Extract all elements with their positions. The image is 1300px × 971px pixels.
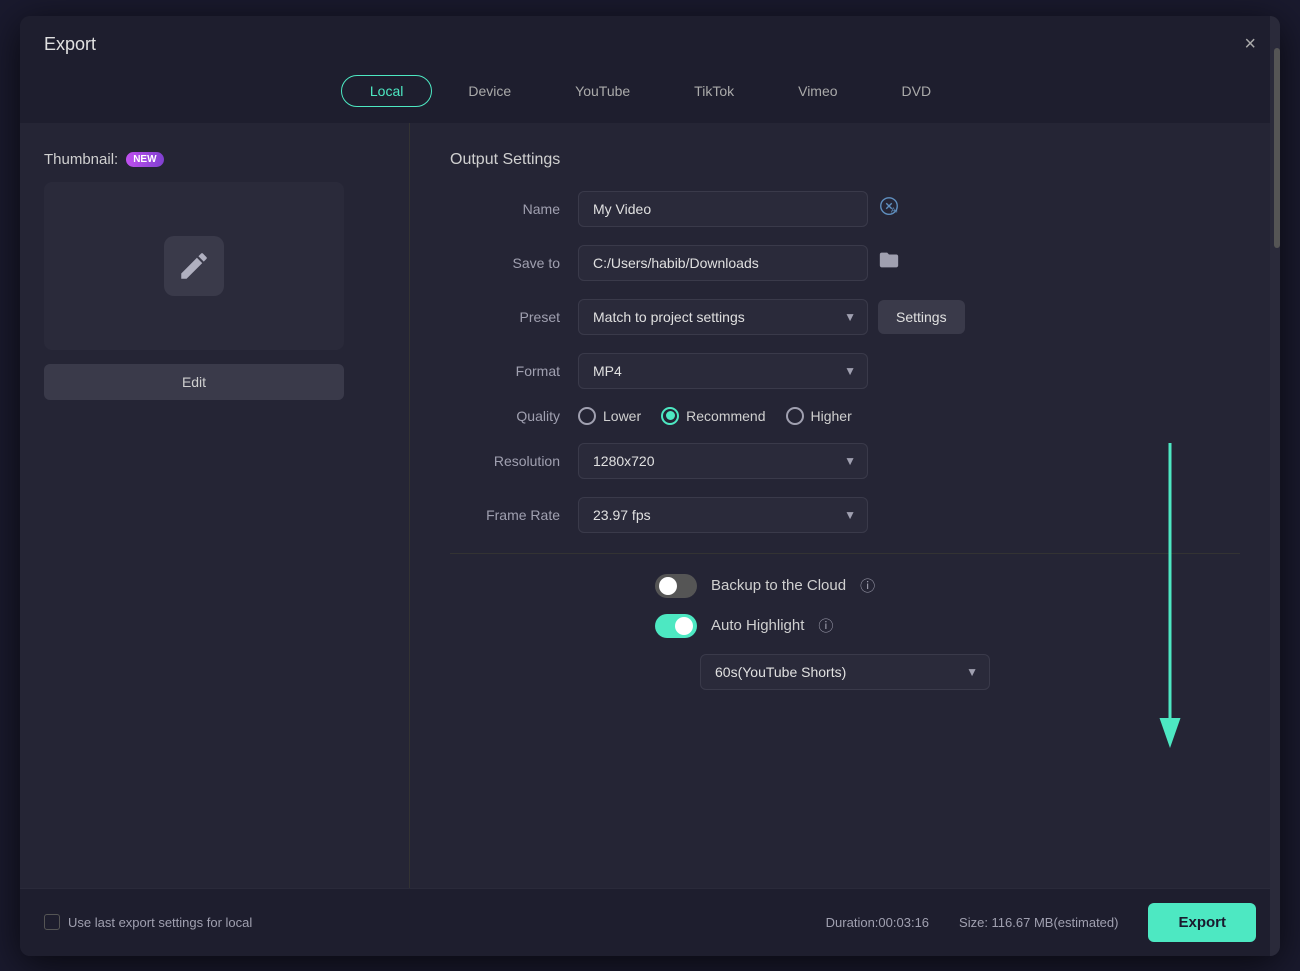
content-area: Thumbnail: NEW Edit Output Settings Name — [20, 123, 1280, 888]
resolution-row: Resolution 1280x720 ▼ — [450, 443, 1240, 479]
thumbnail-preview — [44, 182, 344, 350]
frame-rate-select-wrapper: 23.97 fps ▼ — [578, 497, 868, 533]
quality-lower-label: Lower — [603, 408, 641, 424]
name-input[interactable] — [578, 191, 868, 227]
frame-rate-select[interactable]: 23.97 fps — [578, 497, 868, 533]
close-button[interactable]: × — [1244, 34, 1256, 54]
export-button[interactable]: Export — [1148, 903, 1256, 942]
settings-button[interactable]: Settings — [878, 300, 965, 334]
resolution-select-wrapper: 1280x720 ▼ — [578, 443, 868, 479]
backup-toggle-wrap: Backup to the Cloud ⓘ — [655, 574, 1035, 598]
auto-highlight-toggle-row: Auto Highlight ⓘ — [450, 614, 1240, 638]
ai-icon[interactable]: AI — [878, 195, 900, 222]
bottom-info: Duration:00:03:16 Size: 116.67 MB(estima… — [826, 903, 1256, 942]
quality-recommend-dot — [666, 411, 675, 420]
tab-local[interactable]: Local — [341, 75, 432, 107]
backup-toggle-row: Backup to the Cloud ⓘ — [450, 574, 1240, 598]
backup-toggle-knob — [659, 577, 677, 595]
tab-vimeo[interactable]: Vimeo — [770, 75, 865, 107]
auto-highlight-toggle-wrap: Auto Highlight ⓘ — [655, 614, 1035, 638]
highlight-select-wrapper: 60s(YouTube Shorts) ▼ — [700, 654, 990, 690]
checkbox-wrap: Use last export settings for local — [44, 914, 252, 930]
name-row: Name AI — [450, 191, 1240, 227]
tab-dvd[interactable]: DVD — [874, 75, 960, 107]
tab-device[interactable]: Device — [440, 75, 539, 107]
edit-button[interactable]: Edit — [44, 364, 344, 400]
size-label: Size: 116.67 MB(estimated) — [959, 915, 1118, 930]
save-to-label: Save to — [450, 255, 560, 271]
frame-rate-label: Frame Rate — [450, 507, 560, 523]
name-label: Name — [450, 201, 560, 217]
scrollbar-thumb — [1274, 123, 1280, 248]
quality-row: Quality Lower Recommend Higher — [450, 407, 1240, 425]
quality-lower[interactable]: Lower — [578, 407, 641, 425]
auto-highlight-help-icon[interactable]: ⓘ — [818, 615, 833, 636]
auto-highlight-toggle-knob — [675, 617, 693, 635]
dialog-title: Export — [44, 34, 96, 55]
quality-higher-label: Higher — [811, 408, 852, 424]
scrollbar-track[interactable] — [1270, 123, 1280, 888]
quality-higher-radio[interactable] — [786, 407, 804, 425]
arrow-annotation — [1110, 443, 1230, 763]
left-panel: Thumbnail: NEW Edit — [20, 123, 410, 888]
thumbnail-label: Thumbnail: NEW — [44, 151, 164, 168]
quality-higher[interactable]: Higher — [786, 407, 852, 425]
auto-highlight-label: Auto Highlight — [711, 617, 804, 634]
tab-tiktok[interactable]: TikTok — [666, 75, 762, 107]
backup-label: Backup to the Cloud — [711, 577, 846, 594]
divider — [450, 553, 1240, 554]
preset-label: Preset — [450, 309, 560, 325]
thumbnail-icon — [164, 236, 224, 296]
tabs-bar: Local Device YouTube TikTok Vimeo DVD — [20, 67, 1280, 123]
last-export-checkbox[interactable] — [44, 914, 60, 930]
section-title: Output Settings — [450, 151, 1240, 169]
right-panel: Output Settings Name AI Save to — [410, 123, 1280, 888]
format-select-wrapper: MP4 ▼ — [578, 353, 868, 389]
format-row: Format MP4 ▼ — [450, 353, 1240, 389]
svg-text:AI: AI — [891, 205, 898, 214]
tab-youtube[interactable]: YouTube — [547, 75, 658, 107]
quality-lower-radio[interactable] — [578, 407, 596, 425]
save-to-input[interactable] — [578, 245, 868, 281]
quality-recommend-radio[interactable] — [661, 407, 679, 425]
checkbox-label: Use last export settings for local — [68, 915, 252, 930]
resolution-label: Resolution — [450, 453, 560, 469]
folder-icon[interactable] — [878, 249, 900, 276]
preset-row: Preset Match to project settings ▼ Setti… — [450, 299, 1240, 335]
quality-label: Quality — [450, 408, 560, 424]
bottom-bar: Use last export settings for local Durat… — [20, 888, 1280, 956]
quality-options: Lower Recommend Higher — [578, 407, 852, 425]
format-select[interactable]: MP4 — [578, 353, 868, 389]
quality-recommend-label: Recommend — [686, 408, 765, 424]
duration-label: Duration:00:03:16 — [826, 915, 929, 930]
frame-rate-row: Frame Rate 23.97 fps ▼ — [450, 497, 1240, 533]
edit-icon — [177, 249, 211, 283]
highlight-dropdown-row: 60s(YouTube Shorts) ▼ — [450, 654, 1240, 690]
save-to-row: Save to — [450, 245, 1240, 281]
title-bar: Export × — [20, 16, 1280, 67]
new-badge: NEW — [126, 152, 163, 167]
preset-select-wrapper: Match to project settings ▼ — [578, 299, 868, 335]
backup-toggle[interactable] — [655, 574, 697, 598]
format-label: Format — [450, 363, 560, 379]
highlight-select[interactable]: 60s(YouTube Shorts) — [700, 654, 990, 690]
auto-highlight-toggle[interactable] — [655, 614, 697, 638]
resolution-select[interactable]: 1280x720 — [578, 443, 868, 479]
quality-recommend[interactable]: Recommend — [661, 407, 765, 425]
backup-help-icon[interactable]: ⓘ — [860, 575, 875, 596]
preset-select[interactable]: Match to project settings — [578, 299, 868, 335]
export-dialog: Export × Local Device YouTube TikTok Vim… — [20, 16, 1280, 956]
